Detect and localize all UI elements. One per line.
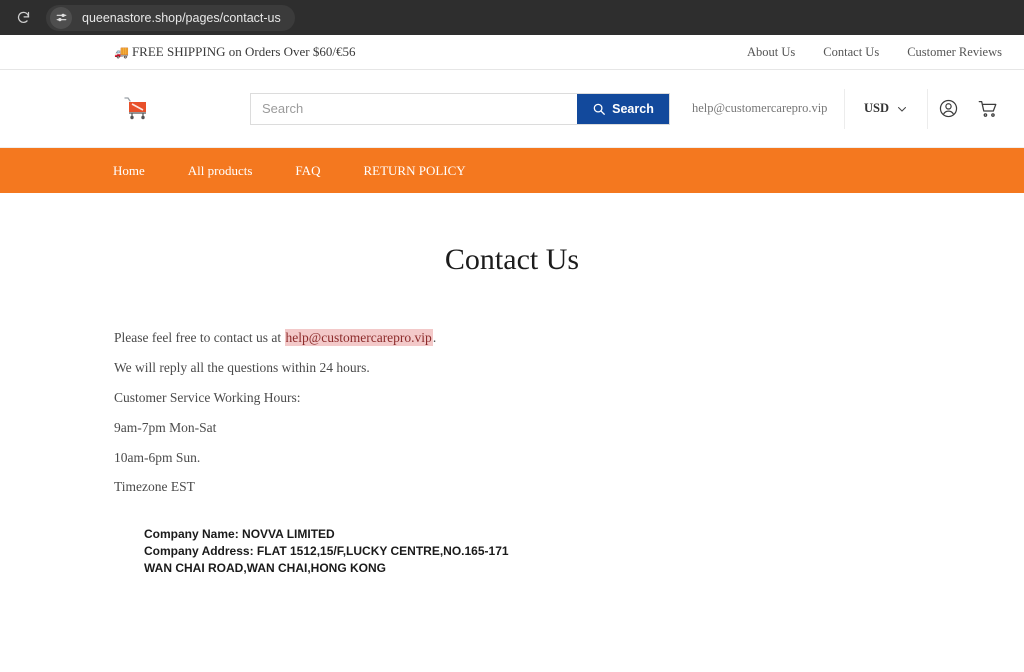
promo-message: 🚚 FREE SHIPPING on Orders Over $60/€56 — [114, 44, 355, 60]
hours-sunday: 10am-6pm Sun. — [114, 449, 201, 465]
reload-icon — [17, 11, 29, 23]
nav-item-home[interactable]: Home — [113, 163, 145, 179]
search-icon — [593, 103, 606, 115]
main-navigation: Home All products FAQ RETURN POLICY — [0, 148, 1024, 193]
promo-bar: 🚚 FREE SHIPPING on Orders Over $60/€56 Ab… — [0, 35, 1024, 70]
user-account-icon — [939, 99, 957, 118]
company-info: Company Name: NOVVA LIMITED Company Addr… — [114, 526, 1024, 577]
nav-item-return-policy[interactable]: RETURN POLICY — [363, 163, 465, 179]
url-bar[interactable]: queenastore.shop/pages/contact-us — [46, 4, 295, 31]
nav-item-all-products[interactable]: All products — [188, 163, 253, 179]
page-title: Contact Us — [444, 243, 580, 276]
currency-label: USD — [863, 101, 889, 115]
account-button[interactable] — [928, 89, 968, 129]
shopping-cart-logo — [124, 96, 146, 119]
search-button-label: Search — [612, 101, 654, 116]
support-email-link[interactable]: help@customercarepro.vip — [284, 329, 433, 346]
cart-icon — [978, 100, 997, 117]
intro-text-after: . — [432, 330, 437, 345]
nav-item-faq[interactable]: FAQ — [295, 163, 320, 179]
utility-link-contact-us[interactable]: Contact Us — [823, 45, 879, 60]
reload-button[interactable] — [10, 5, 36, 31]
page-settings-icon — [56, 13, 66, 22]
header-email: help@customercarepro.vip — [692, 101, 828, 115]
utility-nav: About Us Contact Us Customer Reviews — [747, 45, 1002, 60]
intro-paragraph: Please feel free to contact us at help@c… — [114, 329, 1024, 347]
browser-toolbar: queenastore.shop/pages/contact-us — [0, 0, 1024, 35]
page-content: Please feel free to contact us at help@c… — [0, 277, 1024, 577]
page-settings-button[interactable] — [50, 6, 72, 29]
chevron-down-icon — [898, 106, 906, 112]
reply-time-text: We will reply all the questions within 2… — [114, 359, 370, 375]
header-actions: USD — [843, 88, 1008, 129]
company-name: Company Name: NOVVA LIMITED — [144, 527, 335, 542]
store-logo[interactable] — [120, 92, 154, 126]
hours-weekday: 9am-7pm Mon-Sat — [114, 419, 217, 435]
utility-link-about-us[interactable]: About Us — [747, 45, 795, 60]
url-text: queenastore.shop/pages/contact-us — [82, 10, 281, 25]
search-input[interactable] — [251, 93, 577, 124]
search-button[interactable]: Search — [577, 93, 669, 124]
promo-message-text: FREE SHIPPING on Orders Over $60/€56 — [131, 44, 356, 59]
company-address-line-1: Company Address: FLAT 1512,15/F,LUCKY CE… — [144, 544, 509, 559]
currency-selector[interactable]: USD — [845, 101, 927, 116]
cart-button[interactable] — [968, 89, 1008, 129]
site-header: Search help@customercarepro.vip USD — [0, 70, 1024, 148]
company-address-line-2: WAN CHAI ROAD,WAN CHAI,HONG KONG — [144, 561, 386, 576]
working-hours-label: Customer Service Working Hours: — [114, 389, 301, 405]
search-bar: Search — [250, 92, 670, 125]
truck-icon: 🚚 — [114, 45, 129, 59]
utility-link-customer-reviews[interactable]: Customer Reviews — [907, 45, 1002, 60]
intro-text-before: Please feel free to contact us at — [114, 330, 285, 345]
timezone-text: Timezone EST — [114, 479, 195, 495]
